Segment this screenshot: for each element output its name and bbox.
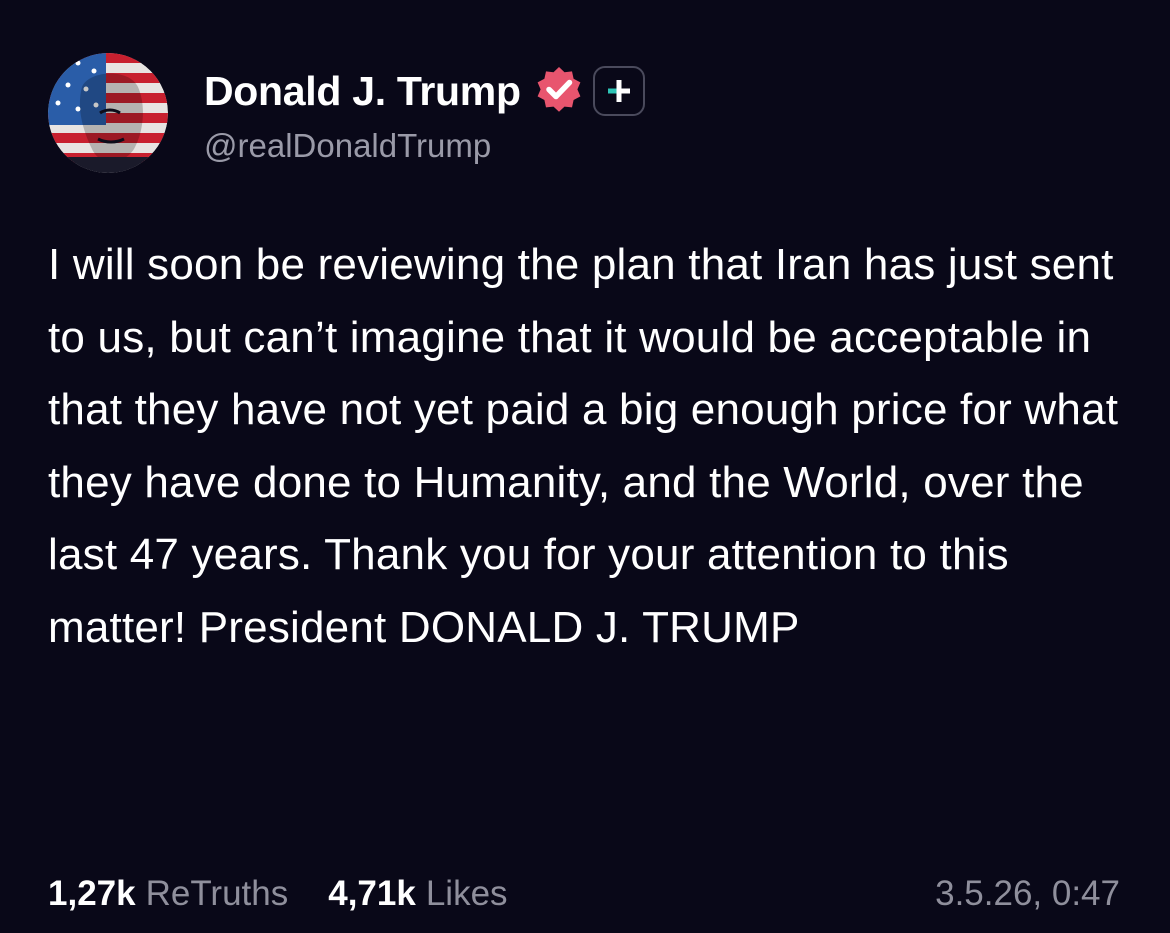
plus-icon	[607, 80, 630, 102]
follow-button[interactable]	[592, 66, 645, 116]
post-text: I will soon be reviewing the plan that I…	[48, 240, 1119, 652]
verified-badge-icon	[533, 65, 585, 117]
flag-portrait-avatar-icon	[48, 53, 168, 173]
avatar[interactable]	[48, 53, 168, 173]
post-stats: 1,27k ReTruths 4,71k Likes	[48, 874, 508, 914]
author-display-name[interactable]: Donald J. Trump	[204, 68, 521, 115]
retruths-stat[interactable]: 1,27k ReTruths	[48, 874, 288, 914]
post-card: Donald J. Trump @realDonaldTrump I will …	[0, 0, 1170, 933]
likes-count: 4,71k	[328, 874, 416, 913]
likes-label: Likes	[425, 874, 508, 913]
author-handle[interactable]: @realDonaldTrump	[204, 127, 491, 165]
retruths-label: ReTruths	[145, 874, 289, 913]
likes-stat[interactable]: 4,71k Likes	[328, 874, 507, 914]
retruths-count: 1,27k	[48, 874, 136, 913]
post-timestamp: 3.5.26, 0:47	[935, 874, 1120, 913]
author-name-row: Donald J. Trump	[204, 64, 645, 118]
